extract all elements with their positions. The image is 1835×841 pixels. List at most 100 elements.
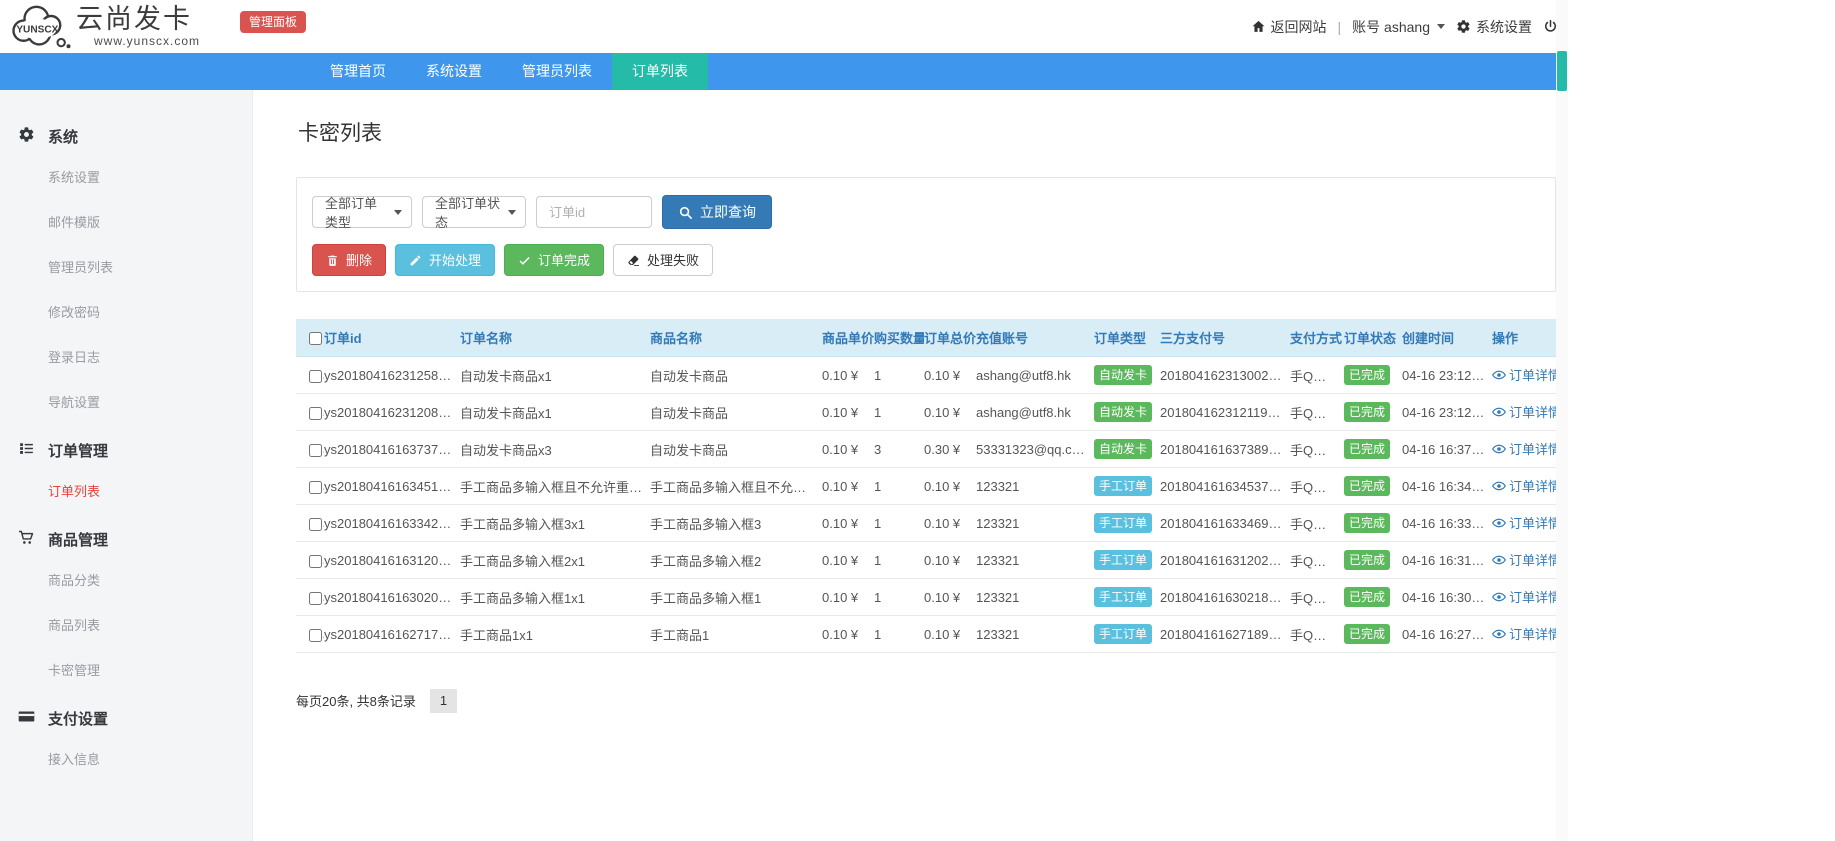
chevron-down-icon: [1437, 24, 1445, 29]
order-type-badge: 自动发卡: [1094, 365, 1152, 385]
scrollbar-thumb[interactable]: [1557, 51, 1567, 91]
order-detail-label: 订单详情: [1509, 587, 1556, 606]
order-complete-button[interactable]: 订单完成: [504, 244, 604, 276]
vertical-scrollbar[interactable]: [1556, 0, 1568, 841]
row-checkbox[interactable]: [309, 592, 322, 605]
sidebar-item[interactable]: 商品列表: [0, 602, 252, 647]
eye-icon: [1492, 627, 1506, 641]
cell-created-at: 04-16 23:12:08: [1402, 394, 1492, 431]
sidebar-item[interactable]: 商品分类: [0, 557, 252, 602]
order-detail-link[interactable]: 订单详情: [1492, 439, 1556, 458]
cell-pay-method: 手Q扫码: [1290, 357, 1344, 394]
nav-tab-2[interactable]: 管理员列表: [502, 53, 612, 90]
row-checkbox[interactable]: [309, 407, 322, 420]
delete-button[interactable]: 删除: [312, 244, 386, 276]
cloud-logo-icon: YUNSCX: [8, 2, 74, 52]
cell-created-at: 04-16 16:27:17: [1402, 616, 1492, 653]
select-all-checkbox[interactable]: [309, 332, 322, 345]
cell-checkbox: [296, 394, 324, 431]
order-detail-link[interactable]: 订单详情: [1492, 365, 1556, 384]
cell-action: 订单详情: [1492, 431, 1556, 468]
cell-order-id: ys2018041616312044661: [324, 542, 460, 579]
order-detail-label: 订单详情: [1509, 624, 1556, 643]
order-detail-link[interactable]: 订单详情: [1492, 402, 1556, 421]
row-checkbox[interactable]: [309, 444, 322, 457]
sidebar-item[interactable]: 登录日志: [0, 334, 252, 379]
search-button[interactable]: 立即查询: [662, 195, 772, 229]
page-number-button[interactable]: 1: [430, 689, 457, 713]
cell-pay-method: 手Q扫码: [1290, 579, 1344, 616]
column-header-10: 订单状态: [1344, 319, 1402, 357]
sidebar: 系统系统设置邮件模版管理员列表修改密码登录日志导航设置订单管理订单列表商品管理商…: [0, 90, 253, 841]
sidebar-item[interactable]: 系统设置: [0, 154, 252, 199]
cell-pay-method: 手Q扫码: [1290, 505, 1344, 542]
cell-order-type: 自动发卡: [1094, 431, 1160, 468]
sidebar-item[interactable]: 修改密码: [0, 289, 252, 334]
trash-icon: [326, 254, 339, 267]
sidebar-section-title: 系统: [0, 110, 252, 154]
row-checkbox[interactable]: [309, 629, 322, 642]
row-checkbox[interactable]: [309, 518, 322, 531]
sidebar-section-title: 支付设置: [0, 692, 252, 736]
order-id-input[interactable]: [536, 196, 652, 228]
cell-created-at: 04-16 16:30:20: [1402, 579, 1492, 616]
brand-logo[interactable]: YUNSCX 云尚发卡 www.yunscx.com: [8, 2, 200, 52]
sidebar-item[interactable]: 卡密管理: [0, 647, 252, 692]
cell-total-price: 0.10 ¥: [924, 505, 976, 542]
cell-third-party-no: 2018041616334693637: [1160, 505, 1290, 542]
cell-checkbox: [296, 579, 324, 616]
check-icon: [518, 254, 531, 267]
column-header-3: 商品单价: [822, 319, 874, 357]
order-detail-link[interactable]: 订单详情: [1492, 624, 1556, 643]
cell-order-id: ys2018041623120886538: [324, 394, 460, 431]
order-detail-link[interactable]: 订单详情: [1492, 513, 1556, 532]
cell-account: 53331323@qq.com: [976, 431, 1094, 468]
sidebar-item[interactable]: 导航设置: [0, 379, 252, 424]
filter-panel: 全部订单类型 全部订单状态 立即查询 删除开始处理订单完成处理失败: [296, 177, 1556, 292]
row-checkbox[interactable]: [309, 481, 322, 494]
order-status-select[interactable]: 全部订单状态: [422, 196, 526, 228]
cell-account: ashang@utf8.hk: [976, 394, 1094, 431]
sidebar-item[interactable]: 订单列表: [0, 468, 252, 513]
table-row: ys2018041616312044661手工商品多输入框2x1手工商品多输入框…: [296, 542, 1556, 579]
cell-order-status: 已完成: [1344, 616, 1402, 653]
cell-total-price: 0.10 ¥: [924, 579, 976, 616]
process-failed-button[interactable]: 处理失败: [613, 244, 713, 276]
row-checkbox[interactable]: [309, 370, 322, 383]
chevron-down-icon: [508, 210, 516, 215]
cell-third-party-no: 2018041616345379810: [1160, 468, 1290, 505]
order-detail-label: 订单详情: [1509, 513, 1556, 532]
brand-logo-text: YUNSCX: [16, 24, 58, 35]
cell-order-name: 手工商品多输入框1x1: [460, 579, 650, 616]
order-detail-link[interactable]: 订单详情: [1492, 587, 1556, 606]
sidebar-section-label: 订单管理: [48, 440, 108, 461]
account-dropdown[interactable]: 账号 ashang: [1352, 17, 1445, 37]
sidebar-item[interactable]: 邮件模版: [0, 199, 252, 244]
main-content: 卡密列表 全部订单类型 全部订单状态 立即查询: [253, 90, 1568, 841]
cell-action: 订单详情: [1492, 468, 1556, 505]
cell-quantity: 1: [874, 505, 924, 542]
order-type-select[interactable]: 全部订单类型: [312, 196, 412, 228]
cell-checkbox: [296, 431, 324, 468]
order-detail-link[interactable]: 订单详情: [1492, 476, 1556, 495]
row-checkbox[interactable]: [309, 555, 322, 568]
order-detail-link[interactable]: 订单详情: [1492, 550, 1556, 569]
start-processing-button[interactable]: 开始处理: [395, 244, 495, 276]
system-settings-link[interactable]: 系统设置: [1456, 17, 1532, 37]
column-header-1: 订单名称: [460, 319, 650, 357]
back-to-site-link[interactable]: 返回网站: [1251, 17, 1327, 37]
table-row: ys2018041623120886538自动发卡商品x1自动发卡商品0.10 …: [296, 394, 1556, 431]
nav-tab-3[interactable]: 订单列表: [612, 53, 708, 90]
sidebar-item[interactable]: 接入信息: [0, 736, 252, 781]
order-detail-label: 订单详情: [1509, 365, 1556, 384]
nav-tab-0[interactable]: 管理首页: [310, 53, 406, 90]
order-detail-label: 订单详情: [1509, 476, 1556, 495]
cell-order-status: 已完成: [1344, 394, 1402, 431]
top-header: YUNSCX 云尚发卡 www.yunscx.com 管理面板 返回网站 | 账…: [0, 0, 1568, 53]
bulk-actions-row: 删除开始处理订单完成处理失败: [312, 244, 1540, 276]
table-row: ys2018041616271791116手工商品1x1手工商品10.10 ¥1…: [296, 616, 1556, 653]
sidebar-item[interactable]: 管理员列表: [0, 244, 252, 289]
nav-tab-1[interactable]: 系统设置: [406, 53, 502, 90]
order-type-badge: 手工订单: [1094, 513, 1152, 533]
cell-created-at: 04-16 16:37:37: [1402, 431, 1492, 468]
